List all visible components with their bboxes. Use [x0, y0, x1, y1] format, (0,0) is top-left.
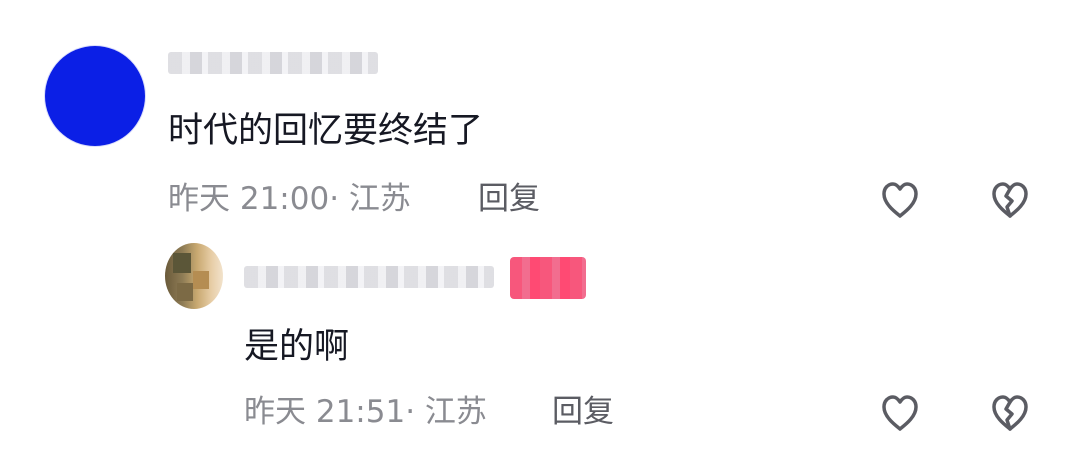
dislike-button[interactable]: [986, 176, 1034, 224]
broken-heart-icon: [992, 395, 1028, 431]
dislike-button[interactable]: [986, 389, 1034, 437]
reply-button[interactable]: 回复: [552, 392, 614, 432]
like-button[interactable]: [876, 176, 924, 224]
author-badge-blurred: [510, 257, 586, 299]
username-blurred[interactable]: [168, 52, 378, 74]
username-blurred[interactable]: [244, 266, 494, 288]
avatar[interactable]: [165, 243, 223, 309]
like-button[interactable]: [876, 389, 924, 437]
heart-icon: [882, 395, 918, 431]
reply-text: 是的啊: [244, 327, 350, 367]
comment-meta: 昨天 21:00· 江苏: [168, 181, 411, 217]
heart-icon: [882, 182, 918, 218]
reply-button[interactable]: 回复: [478, 179, 540, 219]
avatar[interactable]: [45, 46, 145, 146]
reply-meta: 昨天 21:51· 江苏: [244, 394, 487, 430]
broken-heart-icon: [992, 182, 1028, 218]
comment-text: 时代的回忆要终结了: [168, 111, 484, 151]
